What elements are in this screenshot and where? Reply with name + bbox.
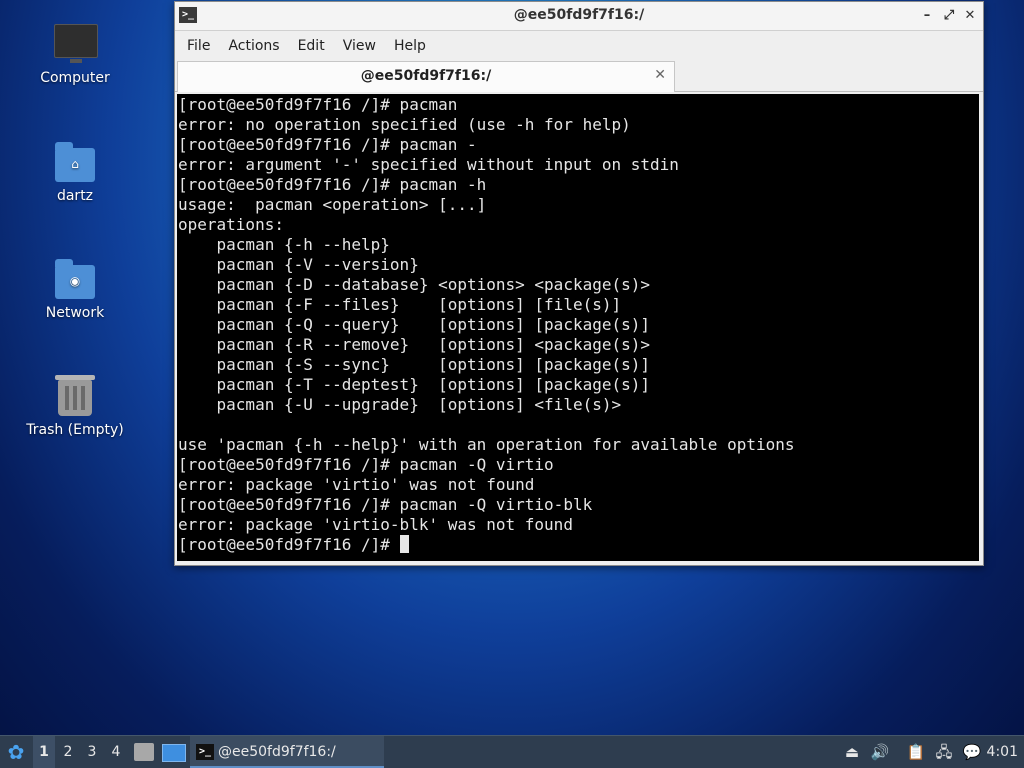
tab-close-icon[interactable]: ✕ — [654, 67, 666, 83]
taskbar-task-label: @ee50fd9f7f16:/ — [218, 744, 336, 760]
terminal-line: pacman {-T --deptest} [options] [package… — [178, 375, 651, 394]
taskbar: ✿ 1 2 3 4 >_ @ee50fd9f7f16:/ ⏏ 🔊 📋 🖧 💬 4… — [0, 735, 1024, 768]
tab-bar: @ee50fd9f7f16:/ ✕ — [175, 61, 983, 92]
tab-terminal[interactable]: @ee50fd9f7f16:/ ✕ — [177, 61, 675, 92]
menubar: File Actions Edit View Help — [175, 31, 983, 61]
window-titlebar[interactable]: >_ @ee50fd9f7f16:/ – ⤢ ✕ — [175, 2, 983, 31]
home-folder-icon: ⌂ — [53, 140, 97, 184]
terminal-line: pacman {-V --version} — [178, 255, 419, 274]
notification-icon[interactable]: 💬 — [961, 736, 983, 768]
workspace-4[interactable]: 4 — [105, 736, 127, 768]
start-menu-icon[interactable]: ✿ — [4, 736, 28, 768]
workspace-2[interactable]: 2 — [57, 736, 79, 768]
menu-view[interactable]: View — [334, 38, 385, 54]
terminal-line: error: argument '-' specified without in… — [178, 155, 679, 174]
volume-icon[interactable]: 🔊 — [869, 736, 891, 768]
taskbar-terminal-button[interactable]: >_ @ee50fd9f7f16:/ — [190, 736, 384, 768]
window-title: @ee50fd9f7f16:/ — [513, 7, 645, 23]
terminal-line: pacman {-S --sync} [options] [package(s)… — [178, 355, 651, 374]
terminal-line: use 'pacman {-h --help}' with an operati… — [178, 435, 795, 454]
desktop-icon-home-folder[interactable]: ⌂ dartz — [20, 140, 130, 204]
clock[interactable]: 4:01 — [984, 736, 1018, 768]
maximize-button[interactable]: ⤢ — [939, 6, 959, 26]
terminal-line: error: no operation specified (use -h fo… — [178, 115, 631, 134]
computer-icon — [53, 22, 98, 66]
terminal-window: >_ @ee50fd9f7f16:/ – ⤢ ✕ File Actions Ed… — [174, 1, 984, 566]
terminal-line: usage: pacman <operation> [...] — [178, 195, 487, 214]
eject-icon[interactable]: ⏏ — [841, 736, 863, 768]
terminal-line: [root@ee50fd9f7f16 /]# pacman -h — [178, 175, 487, 194]
terminal-line: pacman {-D --database} <options> <packag… — [178, 275, 651, 294]
workspace-3[interactable]: 3 — [81, 736, 103, 768]
network-icon[interactable]: 🖧 — [933, 736, 955, 768]
workspace-1[interactable]: 1 — [33, 736, 55, 768]
menu-help[interactable]: Help — [385, 38, 435, 54]
network-folder-icon: ◉ — [53, 257, 97, 301]
desktop-icon-label: Trash (Empty) — [26, 422, 124, 438]
terminal-line: pacman {-R --remove} [options] <package(… — [178, 335, 651, 354]
terminal-prompt-line: [root@ee50fd9f7f16 /]# — [178, 535, 979, 555]
minimize-button[interactable]: – — [917, 6, 937, 26]
terminal-cursor — [399, 535, 409, 553]
desktop-icon-label: dartz — [56, 188, 94, 204]
terminal-line: [root@ee50fd9f7f16 /]# pacman - — [178, 135, 477, 154]
terminal-output[interactable]: [root@ee50fd9f7f16 /]# pacman error: no o… — [177, 94, 979, 561]
menu-edit[interactable]: Edit — [289, 38, 334, 54]
menu-file[interactable]: File — [178, 38, 219, 54]
file-manager-icon[interactable] — [134, 743, 154, 761]
terminal-line: [root@ee50fd9f7f16 /]# pacman — [178, 95, 458, 114]
terminal-icon: >_ — [196, 744, 214, 760]
trash-icon — [53, 374, 97, 418]
terminal-prompt: [root@ee50fd9f7f16 /]# — [178, 535, 400, 554]
desktop-icon-computer[interactable]: Computer — [20, 22, 130, 86]
desktop-icon-network[interactable]: ◉ Network — [20, 257, 130, 321]
clipboard-icon[interactable]: 📋 — [905, 736, 927, 768]
desktop-icon-label: Network — [45, 305, 105, 321]
terminal-line: pacman {-U --upgrade} [options] <file(s)… — [178, 395, 622, 414]
show-desktop-icon[interactable] — [162, 744, 186, 762]
close-button[interactable]: ✕ — [960, 6, 980, 26]
desktop-icon-label: Computer — [40, 70, 110, 86]
terminal-line: pacman {-h --help} — [178, 235, 390, 254]
desktop-icon-trash[interactable]: Trash (Empty) — [20, 374, 130, 438]
terminal-line: [root@ee50fd9f7f16 /]# pacman -Q virtio — [178, 455, 554, 474]
terminal-line: error: package 'virtio' was not found — [178, 475, 535, 494]
terminal-line: [root@ee50fd9f7f16 /]# pacman -Q virtio-… — [178, 495, 593, 514]
terminal-line: pacman {-F --files} [options] [file(s)] — [178, 295, 622, 314]
terminal-line: error: package 'virtio-blk' was not foun… — [178, 515, 573, 534]
terminal-line: operations: — [178, 215, 284, 234]
tab-label: @ee50fd9f7f16:/ — [360, 68, 492, 84]
menu-actions[interactable]: Actions — [219, 38, 288, 54]
terminal-line: pacman {-Q --query} [options] [package(s… — [178, 315, 651, 334]
